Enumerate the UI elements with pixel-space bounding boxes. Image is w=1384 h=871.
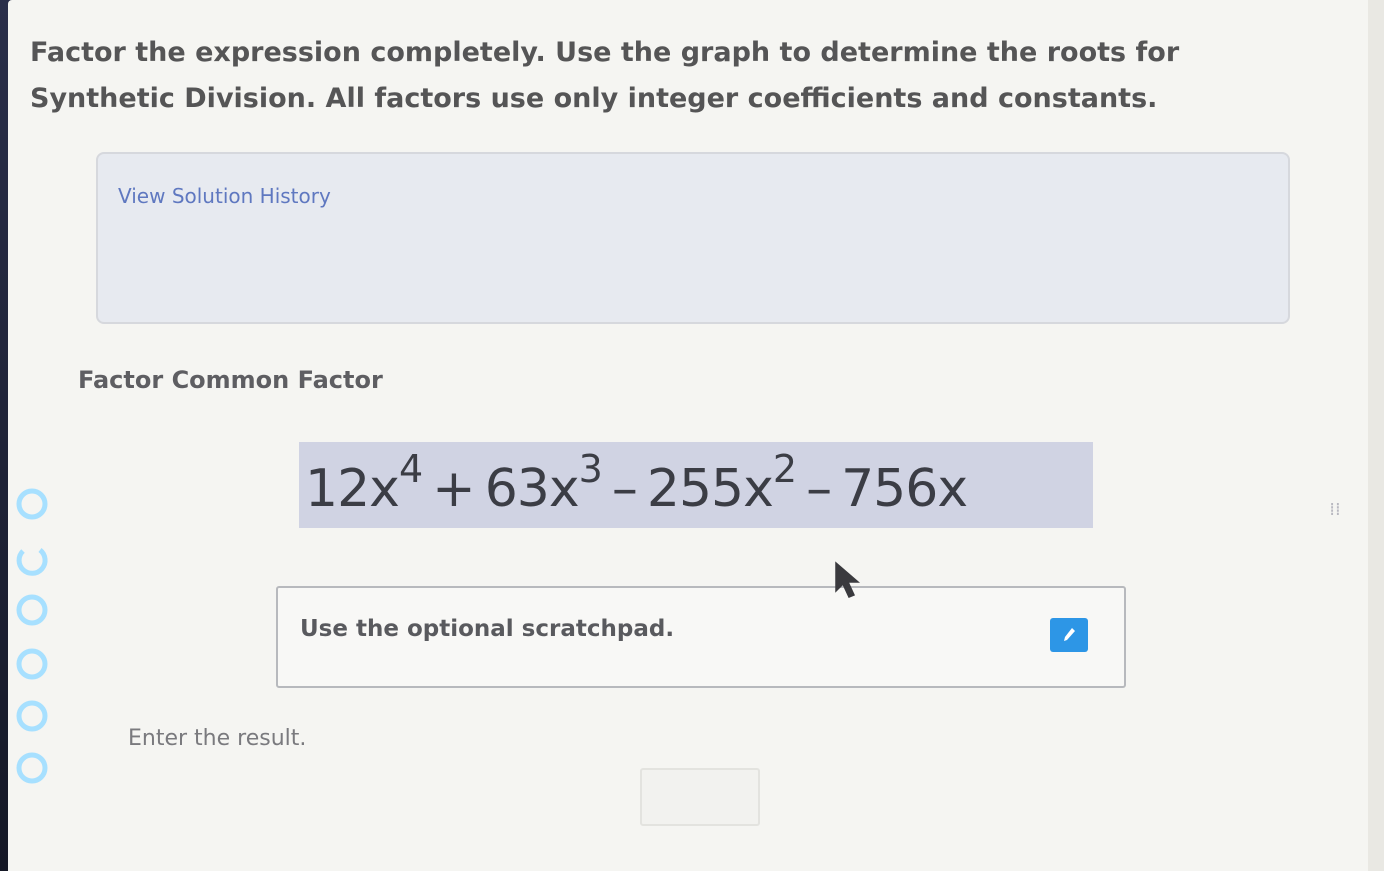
mouse-cursor-icon [835, 561, 861, 598]
term-3-coef: 255x [646, 459, 774, 519]
view-solution-history-link[interactable]: View Solution History [118, 184, 331, 208]
pencil-icon [1064, 628, 1075, 641]
term-1-coef: 12x [305, 459, 400, 519]
question-prompt: Factor the expression completely. Use th… [30, 37, 1180, 114]
question-status-list [14, 486, 58, 786]
expression-highlight: 12x4 +63x3–255x2–756x [299, 442, 1093, 528]
problem-panel: Factor the expression completely. Use th… [8, 0, 1368, 871]
operator-3: – [806, 459, 832, 519]
polynomial-expression: 12x4 +63x3–255x2–756x [305, 450, 968, 524]
operator-2: – [611, 459, 638, 519]
answer-input[interactable] [640, 768, 760, 826]
scratchpad-label: Use the optional scratchpad. [300, 616, 675, 642]
term-1-exponent: 4 [398, 446, 423, 491]
question-4-circle-icon[interactable] [14, 646, 50, 682]
drag-handle-icon[interactable]: ⁞⁞ [1326, 496, 1344, 524]
question-5-circle-icon[interactable] [14, 698, 50, 734]
question-1-circle-icon[interactable] [14, 486, 50, 522]
scratchpad-edit-button[interactable] [1050, 618, 1088, 652]
term-2-coef: 63x [484, 459, 580, 519]
solution-history-panel: View Solution History [96, 152, 1290, 324]
question-6-circle-icon[interactable] [14, 750, 50, 786]
scratchpad-box[interactable]: Use the optional scratchpad. [276, 586, 1126, 688]
question-3-circle-icon[interactable] [14, 592, 50, 628]
result-label: Enter the result. [128, 726, 307, 751]
operator-1: + [432, 459, 476, 519]
question-2-circle-partial-icon[interactable] [14, 542, 50, 578]
term-2-exponent: 3 [578, 446, 603, 491]
term-3-exponent: 2 [772, 446, 797, 491]
term-4: 756x [841, 459, 968, 519]
step-title: Factor Common Factor [78, 366, 383, 394]
